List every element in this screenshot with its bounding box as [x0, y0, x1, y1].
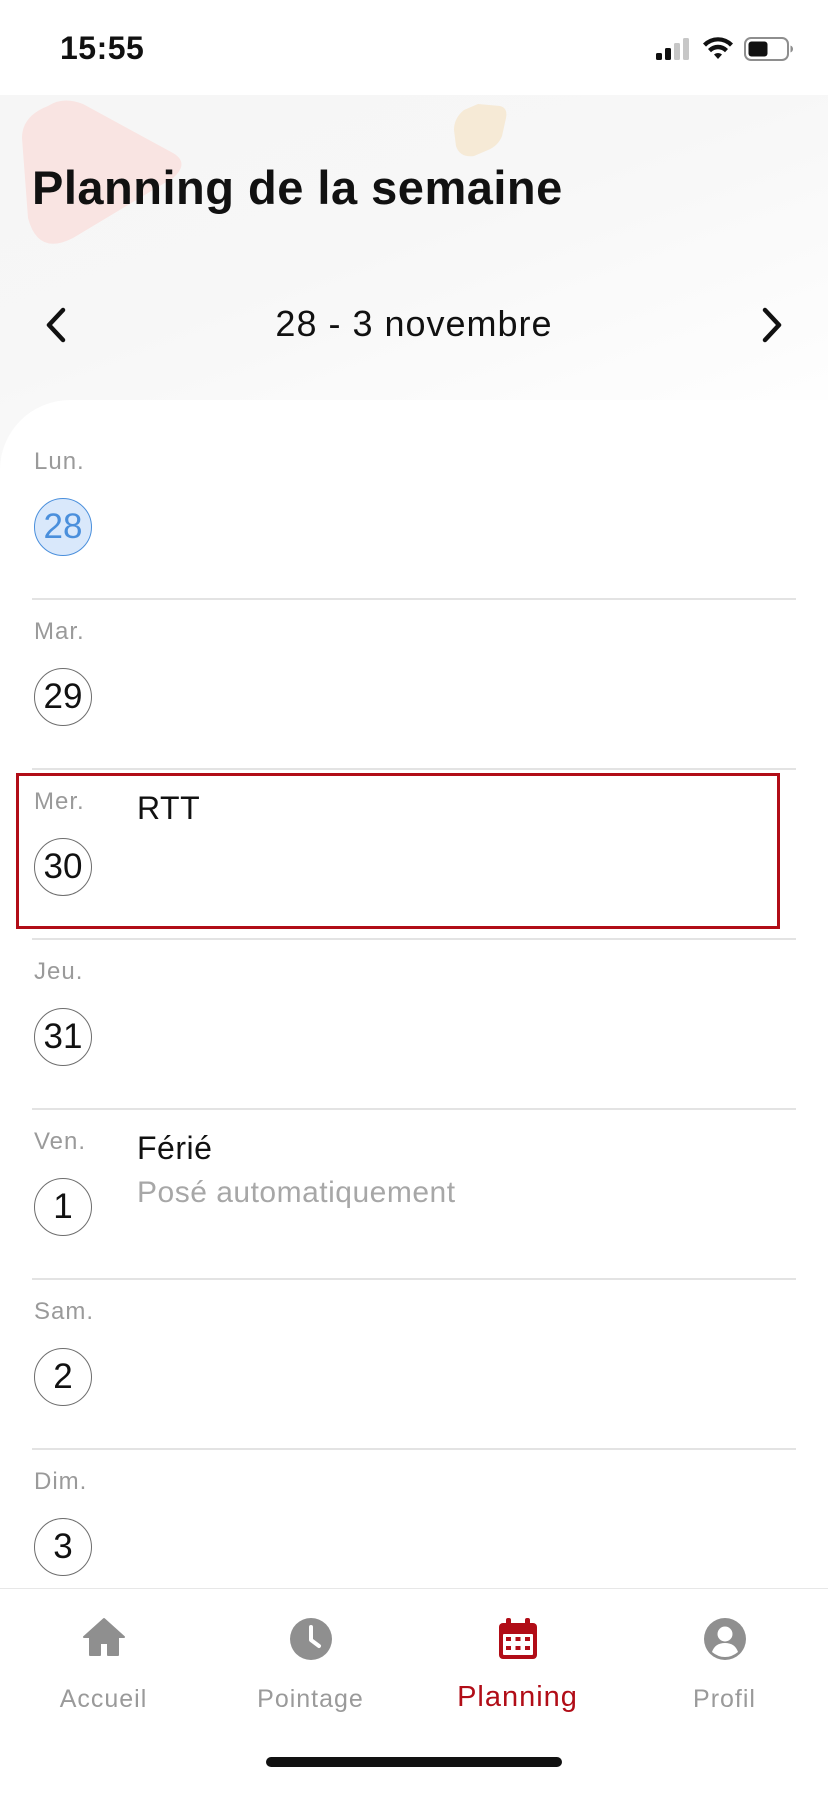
day-number-today: 28: [34, 498, 92, 556]
day-number: 1: [34, 1178, 92, 1236]
calendar-icon: [498, 1618, 537, 1659]
day-number: 30: [34, 838, 92, 896]
battery-icon: [744, 37, 793, 61]
event-title: RTT: [137, 790, 201, 826]
week-navigator: 28 - 3 novembre: [0, 295, 828, 355]
event-title: Férié: [137, 1130, 213, 1166]
cellular-signal-icon: [656, 38, 689, 60]
tab-label: Profil: [693, 1685, 756, 1713]
day-abbreviation: Mer.: [34, 788, 85, 815]
week-range-label: 28 - 3 novembre: [275, 303, 553, 344]
day-list: Lun. 28 Mar. 29 Mer. 30 RTT Jeu. 31 Ven.…: [32, 430, 796, 1620]
day-abbreviation: Mar.: [34, 618, 85, 645]
day-row-friday[interactable]: Ven. 1 Férié Posé automatiquement: [32, 1110, 796, 1280]
tab-planning[interactable]: Planning: [414, 1589, 621, 1729]
home-icon: [82, 1618, 125, 1656]
next-week-button[interactable]: [750, 303, 794, 347]
chevron-right-icon: [762, 307, 782, 343]
status-icons: [656, 34, 794, 64]
day-number: 31: [34, 1008, 92, 1066]
tab-accueil[interactable]: Accueil: [0, 1589, 207, 1729]
day-row-saturday[interactable]: Sam. 2: [32, 1280, 796, 1450]
wifi-icon: [703, 37, 733, 59]
day-row-monday[interactable]: Lun. 28: [32, 430, 796, 600]
bottom-tab-bar: Accueil Pointage Planning Profil: [0, 1588, 828, 1793]
day-number: 3: [34, 1518, 92, 1576]
tab-label: Planning: [457, 1681, 578, 1713]
day-abbreviation: Dim.: [34, 1468, 88, 1495]
day-row-wednesday[interactable]: Mer. 30 RTT: [32, 770, 796, 940]
page-title: Planning de la semaine: [32, 161, 563, 214]
day-abbreviation: Lun.: [34, 448, 85, 475]
tab-profil[interactable]: Profil: [621, 1589, 828, 1729]
day-abbreviation: Jeu.: [34, 958, 84, 985]
day-number: 2: [34, 1348, 92, 1406]
day-abbreviation: Sam.: [34, 1298, 95, 1325]
day-number: 29: [34, 668, 92, 726]
decorative-blob-shape: [454, 104, 507, 157]
status-bar: 15:55: [0, 0, 828, 95]
clock-icon: [289, 1618, 332, 1660]
event-subtitle: Posé automatiquement: [137, 1176, 456, 1209]
tab-pointage[interactable]: Pointage: [207, 1589, 414, 1729]
tab-label: Pointage: [257, 1685, 364, 1713]
tab-label: Accueil: [59, 1685, 148, 1713]
day-row-tuesday[interactable]: Mar. 29: [32, 600, 796, 770]
user-icon: [703, 1618, 746, 1660]
status-time: 15:55: [60, 30, 145, 66]
day-row-thursday[interactable]: Jeu. 31: [32, 940, 796, 1110]
home-indicator: [266, 1757, 562, 1767]
day-abbreviation: Ven.: [34, 1128, 87, 1155]
